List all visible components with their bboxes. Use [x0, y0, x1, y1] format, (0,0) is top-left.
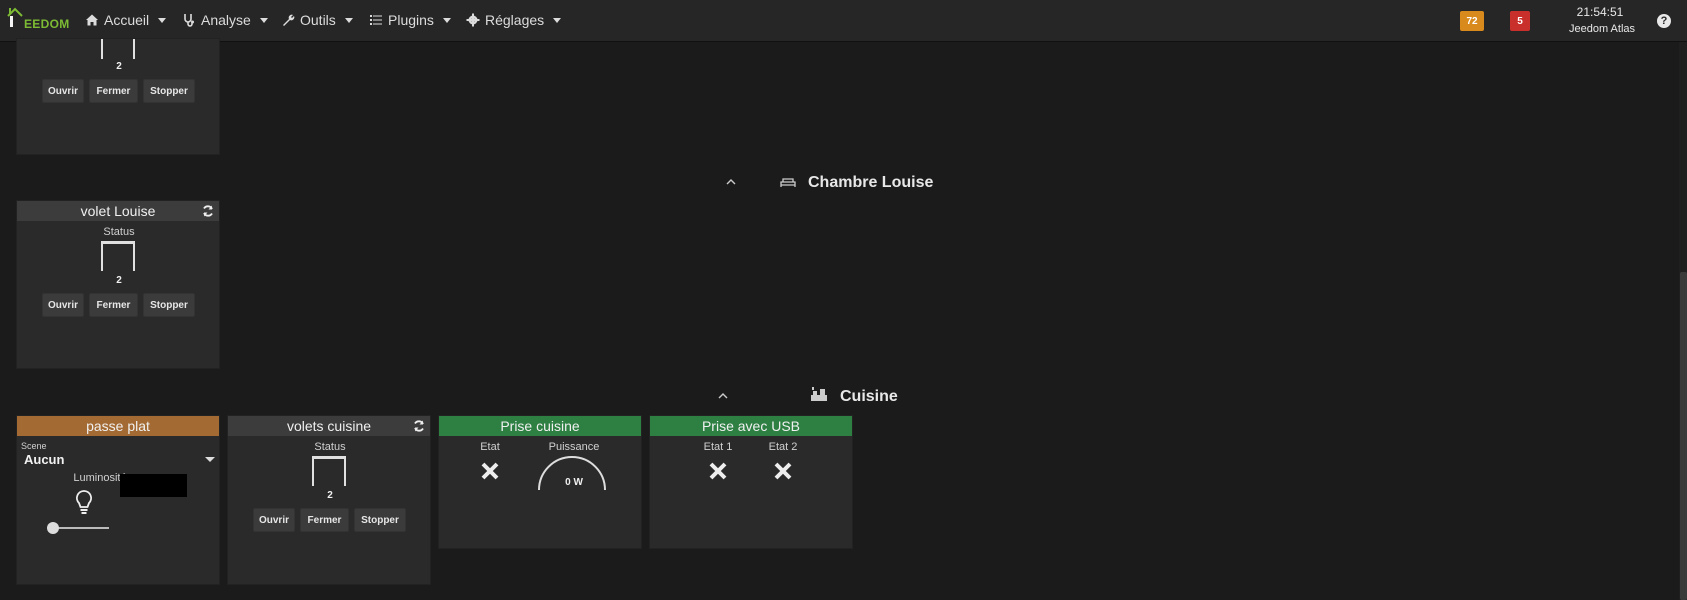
menu-analyse-label: Analyse: [201, 12, 251, 28]
collapse-caret-icon[interactable]: [718, 391, 728, 401]
refresh-icon[interactable]: [412, 419, 426, 433]
scrollbar-thumb[interactable]: [1680, 272, 1687, 600]
open-button[interactable]: Ouvrir: [42, 293, 84, 317]
stop-button[interactable]: Stopper: [143, 79, 195, 103]
clock: 21:54:51: [1576, 5, 1624, 19]
open-button[interactable]: Ouvrir: [253, 508, 295, 532]
off-x-icon[interactable]: [773, 461, 793, 481]
menu-outils-label: Outils: [300, 12, 336, 28]
close-button[interactable]: Fermer: [89, 79, 138, 103]
menu-plugins[interactable]: Plugins: [369, 12, 451, 28]
chevron-down-icon: [344, 17, 353, 23]
scene-label: Scene: [21, 441, 47, 451]
color-picker[interactable]: [120, 474, 187, 497]
widget-title: volet Louise: [80, 203, 156, 219]
chevron-down-icon: [442, 17, 451, 23]
menu-outils[interactable]: Outils: [281, 12, 353, 28]
chevron-down-icon: [553, 17, 562, 23]
menu-accueil-label: Accueil: [104, 12, 150, 28]
shutter-icon: [101, 39, 135, 59]
etat-label: Etat: [480, 441, 500, 453]
plug-widget-cuisine: Prise cuisine Etat Puissance 0 W: [438, 415, 642, 549]
brightness-slider-track[interactable]: [53, 527, 109, 529]
house-logo-icon: [7, 7, 23, 27]
status-label: Status: [314, 441, 346, 453]
widget-title: Prise avec USB: [701, 418, 801, 434]
shutter-value: 2: [116, 61, 122, 72]
wrench-icon: [283, 14, 295, 26]
widget-header[interactable]: volets cuisine: [228, 416, 430, 436]
shutter-widget-cuisine: volets cuisine Status 2 Ouvrir Fermer St…: [227, 415, 431, 585]
widget-title: volets cuisine: [286, 418, 372, 434]
widget-header[interactable]: passe plat: [17, 416, 219, 436]
shutter-widget-louise: volet Louise Status 2 Ouvrir Fermer Stop…: [16, 200, 220, 369]
brightness-slider-handle[interactable]: [47, 522, 59, 534]
message-count-badge[interactable]: 72: [1460, 11, 1484, 31]
chevron-down-icon: [158, 17, 167, 23]
widget-header[interactable]: Prise cuisine: [439, 416, 641, 436]
open-button[interactable]: Ouvrir: [42, 79, 84, 103]
jeedom-logo[interactable]: EEDOM: [6, 4, 70, 36]
off-x-icon[interactable]: [480, 461, 500, 481]
scene-select[interactable]: Aucun: [24, 452, 64, 467]
close-button[interactable]: Fermer: [89, 293, 138, 317]
puissance-label: Puissance: [548, 441, 600, 453]
station-name[interactable]: Jeedom Atlas: [1567, 23, 1637, 35]
menu-accueil[interactable]: Accueil: [85, 12, 167, 28]
bed-icon: [780, 178, 796, 187]
light-widget-passe-plat: passe plat Scene Aucun Luminosité: [16, 415, 220, 585]
collapse-caret-icon[interactable]: [726, 177, 736, 187]
off-x-icon[interactable]: [708, 461, 728, 481]
shutter-widget-top: 2 Ouvrir Fermer Stopper: [16, 38, 220, 155]
stethoscope-icon: [184, 14, 194, 27]
help-icon[interactable]: ?: [1657, 14, 1671, 28]
navbar: EEDOM Accueil Analyse Outils Plugins Rég…: [0, 0, 1687, 42]
section-title-cuisine: Cuisine: [840, 388, 898, 405]
alert-count-badge[interactable]: 5: [1510, 11, 1530, 31]
stop-button[interactable]: Stopper: [143, 293, 195, 317]
widget-title: passe plat: [86, 418, 150, 434]
gear-icon: [466, 13, 480, 27]
logo-text: EEDOM: [24, 17, 70, 31]
menu-analyse[interactable]: Analyse: [182, 12, 268, 28]
section-title-chambre: Chambre Louise: [808, 174, 934, 191]
lightbulb-icon[interactable]: [74, 489, 94, 515]
widget-header[interactable]: volet Louise: [17, 201, 219, 221]
chevron-down-icon[interactable]: [205, 457, 215, 462]
close-button[interactable]: Fermer: [300, 508, 349, 532]
menu-plugins-label: Plugins: [388, 12, 434, 28]
refresh-icon[interactable]: [201, 204, 215, 218]
shutter-icon: [101, 241, 135, 271]
etat1-label: Etat 1: [703, 441, 733, 453]
kitchen-icon: [811, 387, 827, 401]
widget-header[interactable]: Prise avec USB: [650, 416, 852, 436]
etat2-label: Etat 2: [768, 441, 798, 453]
shutter-value: 2: [116, 275, 122, 286]
shutter-value: 2: [327, 490, 333, 501]
status-label: Status: [103, 226, 135, 238]
chevron-down-icon: [259, 17, 268, 23]
list-icon: [370, 15, 382, 25]
home-icon: [86, 14, 98, 26]
puissance-value: 0 W: [565, 477, 583, 488]
shutter-icon: [312, 456, 346, 486]
plug-widget-usb: Prise avec USB Etat 1 Etat 2: [649, 415, 853, 549]
menu-reglages-label: Réglages: [485, 12, 545, 28]
widget-title: Prise cuisine: [500, 418, 580, 434]
menu-reglages[interactable]: Réglages: [466, 12, 562, 28]
stop-button[interactable]: Stopper: [354, 508, 406, 532]
